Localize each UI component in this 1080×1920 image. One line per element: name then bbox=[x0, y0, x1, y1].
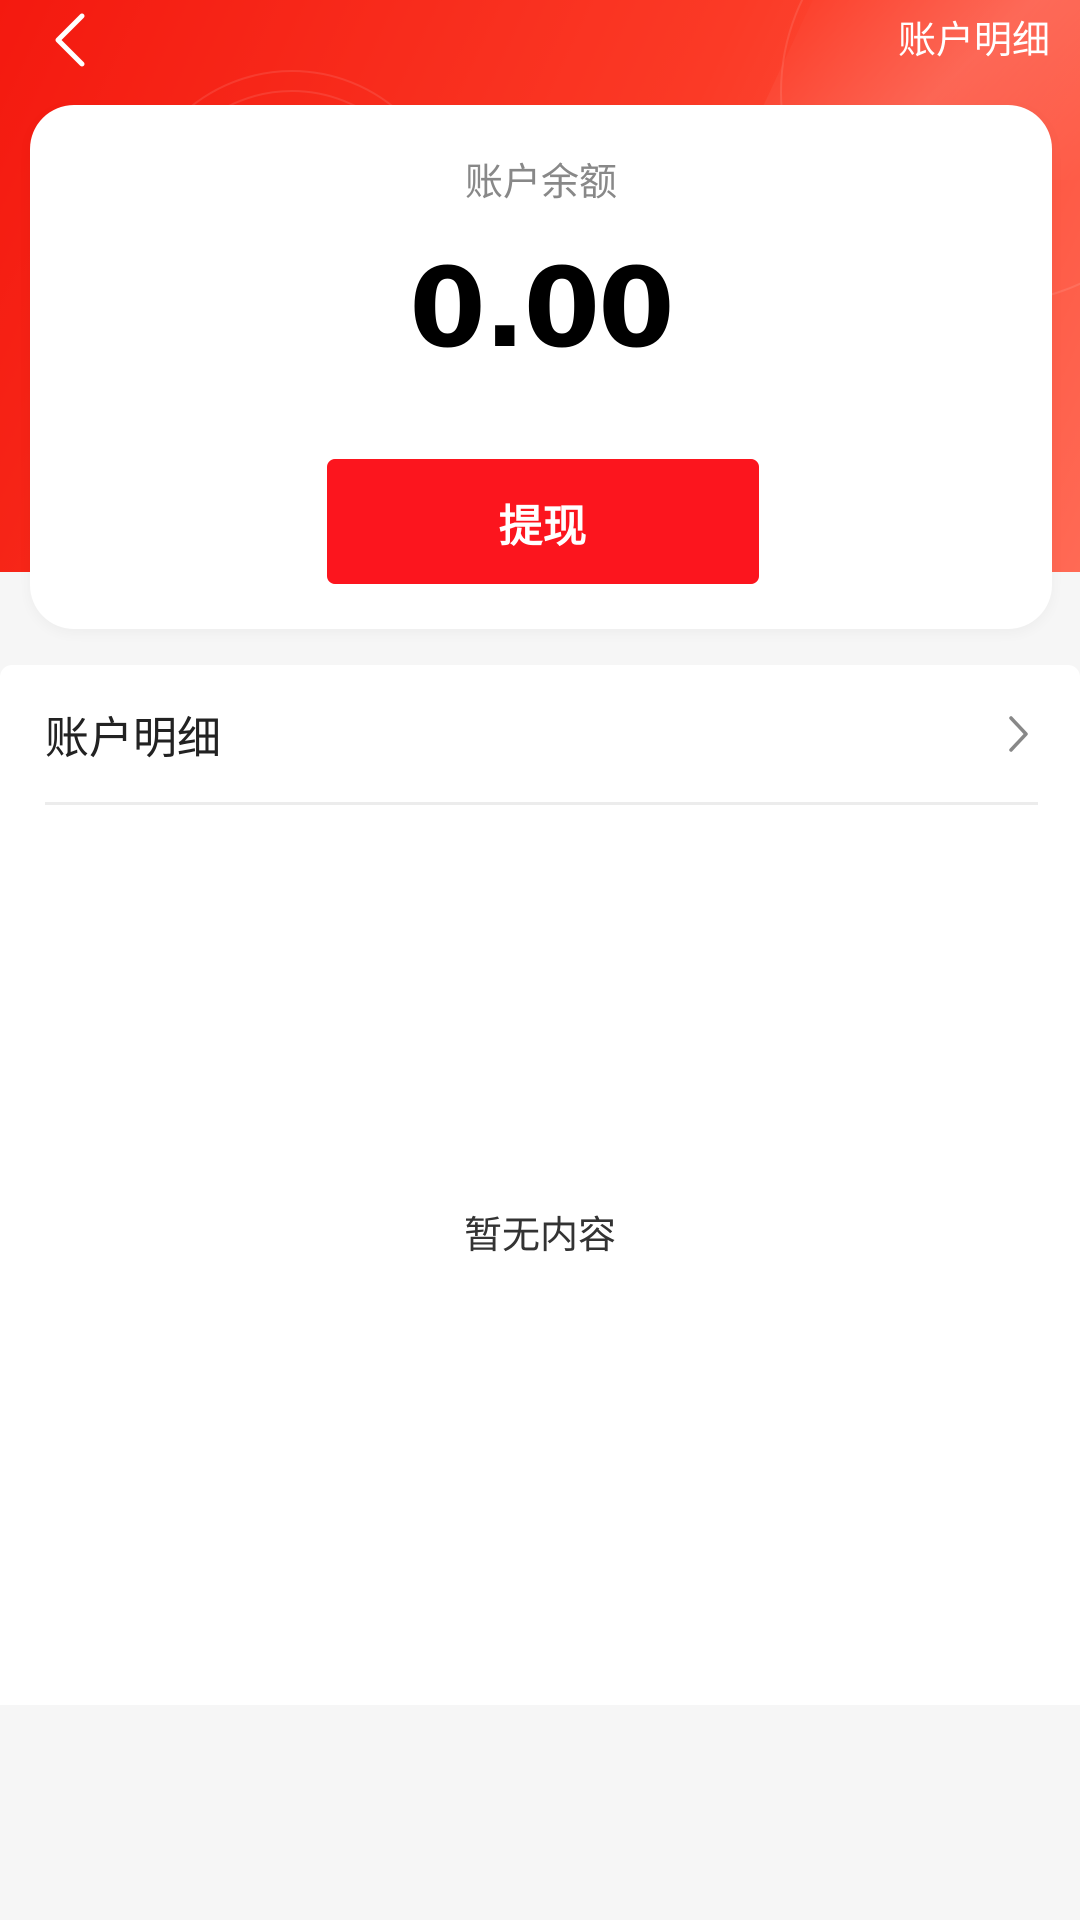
chevron-left-icon bbox=[55, 13, 85, 67]
balance-label: 账户余额 bbox=[464, 160, 617, 204]
balance-amount: 0.00 bbox=[409, 244, 674, 372]
back-button[interactable] bbox=[30, 2, 110, 78]
account-details-title: 账户明细 bbox=[45, 712, 221, 764]
balance-card: 账户余额 0.00 提现 bbox=[30, 105, 1052, 629]
details-section: 账户明细 暂无内容 bbox=[0, 665, 1080, 1705]
account-details-row[interactable]: 账户明细 bbox=[45, 665, 1038, 805]
account-details-link[interactable]: 账户明细 bbox=[898, 12, 1050, 68]
chevron-right-icon bbox=[998, 714, 1038, 754]
empty-state-text: 暂无内容 bbox=[463, 1213, 616, 1257]
withdraw-button[interactable]: 提现 bbox=[327, 459, 759, 584]
